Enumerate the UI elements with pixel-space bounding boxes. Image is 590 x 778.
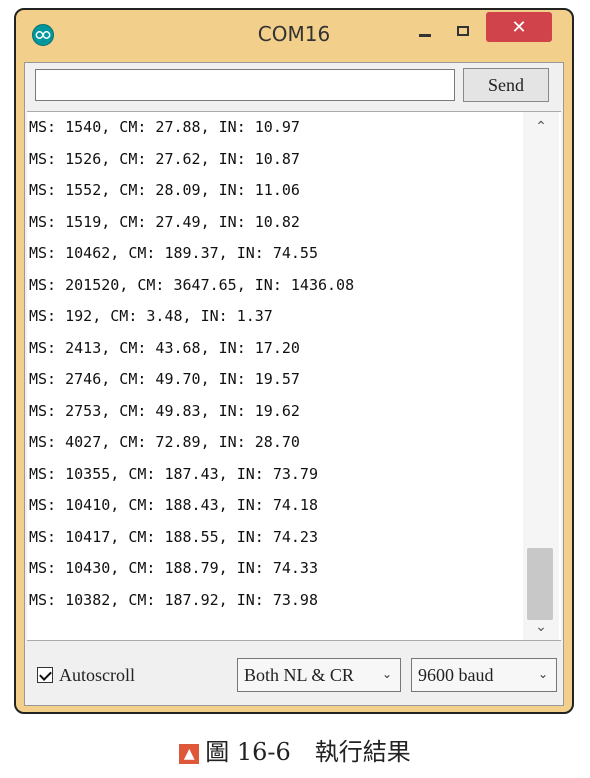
up-arrow-icon: ▲ xyxy=(179,744,200,764)
serial-output-line: MS: 10430, CM: 188.79, IN: 74.33 xyxy=(29,559,318,577)
serial-output-line: MS: 10410, CM: 188.43, IN: 74.18 xyxy=(29,496,318,514)
scroll-up-icon[interactable]: ⌃ xyxy=(523,112,559,140)
maximize-button[interactable] xyxy=(448,14,478,48)
serial-output-line: MS: 201520, CM: 3647.65, IN: 1436.08 xyxy=(29,275,355,294)
autoscroll-toggle[interactable]: Autoscroll xyxy=(37,660,135,690)
serial-output-text: MS: 1540, CM: 27.88, IN: 10.97 MS: 1526, … xyxy=(27,112,523,640)
figure-caption: ▲ 圖 16-6 執行結果 xyxy=(0,732,590,767)
serial-output-line: MS: 1519, CM: 27.49, IN: 10.82 xyxy=(29,212,300,231)
client-area: Send MS: 1540, CM: 27.88, IN: 10.97 MS: 1… xyxy=(24,62,564,706)
line-ending-select[interactable]: Both NL & CR ⌄ xyxy=(237,658,401,692)
serial-output-line: MS: 192, CM: 3.48, IN: 1.37 xyxy=(29,307,273,325)
serial-output-line: MS: 10462, CM: 189.37, IN: 74.55 xyxy=(29,244,318,262)
autoscroll-label: Autoscroll xyxy=(59,664,135,685)
serial-output-line: MS: 10355, CM: 187.43, IN: 73.79 xyxy=(29,464,318,483)
maximize-icon xyxy=(457,26,469,36)
serial-monitor-window: COM16 ✕ Send MS: 1540, CM: 27.88, IN: 10… xyxy=(14,8,574,714)
serial-output-line: MS: 4027, CM: 72.89, IN: 28.70 xyxy=(29,433,300,451)
serial-output-line: MS: 1526, CM: 27.62, IN: 10.87 xyxy=(29,149,300,168)
chevron-down-icon: ⌄ xyxy=(381,667,392,681)
serial-output-line: MS: 10382, CM: 187.92, IN: 73.98 xyxy=(29,590,318,609)
close-button[interactable]: ✕ xyxy=(486,12,552,42)
line-ending-value: Both NL & CR xyxy=(244,664,354,685)
serial-output-line: MS: 2413, CM: 43.68, IN: 17.20 xyxy=(29,338,300,357)
send-input[interactable] xyxy=(35,69,455,101)
close-icon: ✕ xyxy=(511,16,527,38)
baud-rate-select[interactable]: 9600 baud ⌄ xyxy=(411,658,557,692)
scroll-down-icon[interactable]: ⌄ xyxy=(523,612,559,640)
serial-output-panel[interactable]: MS: 1540, CM: 27.88, IN: 10.97 MS: 1526, … xyxy=(27,111,561,641)
baud-rate-value: 9600 baud xyxy=(418,664,494,685)
serial-output-line: MS: 10417, CM: 188.55, IN: 74.23 xyxy=(29,527,318,546)
serial-output-line: MS: 2753, CM: 49.83, IN: 19.62 xyxy=(29,401,300,420)
serial-output-line: MS: 2746, CM: 49.70, IN: 19.57 xyxy=(29,370,300,388)
title-bar[interactable]: COM16 ✕ xyxy=(16,10,572,62)
minimize-button[interactable] xyxy=(410,14,440,48)
send-button[interactable]: Send xyxy=(463,68,549,102)
autoscroll-checkbox[interactable] xyxy=(37,667,53,683)
serial-output-line: MS: 1552, CM: 28.09, IN: 11.06 xyxy=(29,181,300,199)
vertical-scrollbar[interactable]: ⌃ ⌄ xyxy=(523,112,559,640)
chevron-down-icon: ⌄ xyxy=(537,667,548,681)
serial-output-line: MS: 1540, CM: 27.88, IN: 10.97 xyxy=(29,118,300,136)
scrollbar-thumb[interactable] xyxy=(527,548,553,620)
minimize-icon xyxy=(419,33,431,37)
caption-text: 圖 16-6 執行結果 xyxy=(205,738,411,766)
